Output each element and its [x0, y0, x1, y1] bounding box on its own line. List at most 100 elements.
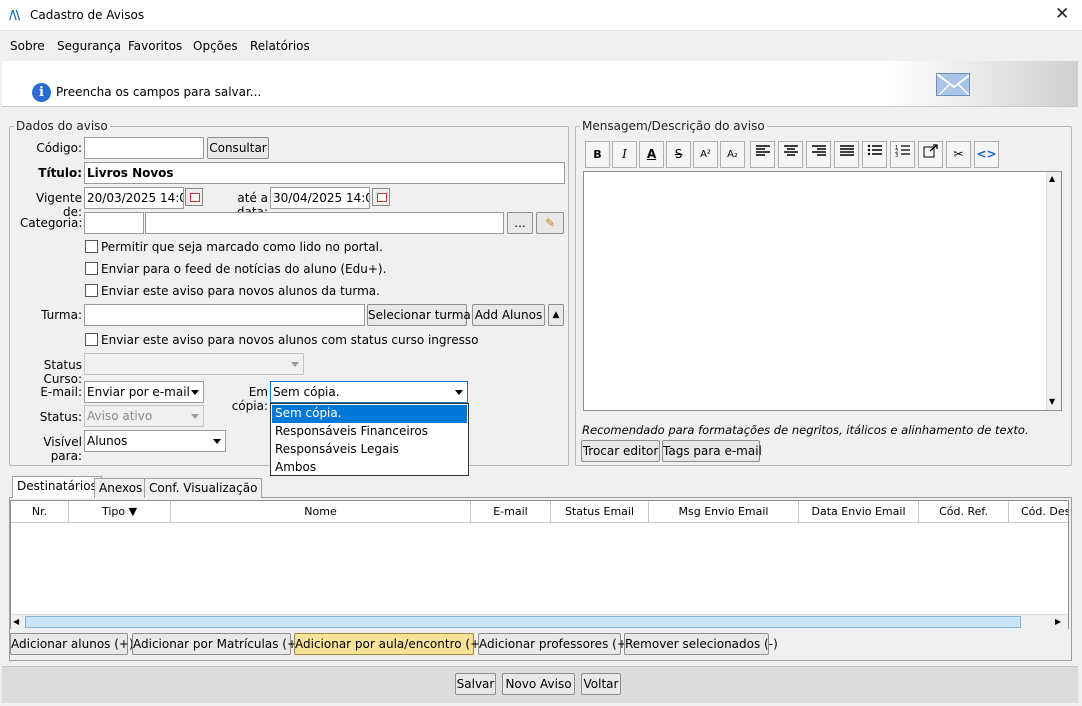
editor-hint: Recomendado para formatações de negritos…	[582, 423, 1029, 437]
categoria-code-input[interactable]	[84, 212, 144, 234]
vigente-input[interactable]: 20/03/2025 14:01	[84, 187, 184, 209]
copia-label: Em cópia:	[231, 385, 268, 413]
app-logo-icon: /\\	[9, 8, 20, 22]
font-color-button[interactable]: A	[639, 141, 664, 168]
turma-label: Turma:	[41, 308, 82, 322]
destinatarios-table[interactable]: Nr. Tipo ▼ Nome E-mail Status Email Msg …	[10, 500, 1069, 629]
col-cod-dest[interactable]: Cód. Dest	[1009, 501, 1068, 523]
check-lido-label: Permitir que seja marcado como lido no p…	[101, 240, 383, 254]
tab-destinatarios[interactable]: Destinatários	[12, 476, 102, 498]
add-aula-encontro-button[interactable]: Adicionar por aula/encontro (+)	[294, 633, 485, 655]
check-novos-checkbox[interactable]	[85, 284, 98, 297]
titulo-label: Título:	[38, 166, 82, 180]
copia-option[interactable]: Ambos	[272, 459, 467, 477]
menu-relatorios[interactable]: Relatórios	[250, 39, 310, 53]
scroll-thumb[interactable]	[25, 616, 1021, 628]
message-text: Preencha os campos para salvar...	[56, 85, 262, 99]
italic-button[interactable]: I	[612, 141, 637, 168]
titulo-input[interactable]: Livros Novos	[84, 162, 565, 184]
consultar-button[interactable]: Consultar	[207, 137, 269, 159]
salvar-button[interactable]: Salvar	[455, 673, 496, 695]
trocar-editor-button[interactable]: Trocar editor	[581, 440, 660, 462]
copia-select[interactable]: Sem cópia.	[270, 381, 468, 403]
col-nr[interactable]: Nr.	[11, 501, 69, 523]
envelope-icon	[936, 73, 970, 96]
copia-option[interactable]: Responsáveis Financeiros	[272, 423, 467, 441]
email-select[interactable]: Enviar por e-mail	[84, 381, 204, 403]
ate-input[interactable]: 30/04/2025 14:01	[270, 187, 370, 209]
bold-button[interactable]: B	[585, 141, 610, 168]
voltar-button[interactable]: Voltar	[581, 673, 621, 695]
message-editor[interactable]	[583, 171, 1062, 411]
align-justify-icon[interactable]	[834, 141, 859, 168]
calendar-icon[interactable]	[185, 188, 203, 206]
col-nome[interactable]: Nome	[171, 501, 471, 523]
categoria-input[interactable]	[145, 212, 504, 234]
code-icon[interactable]: <>	[974, 141, 999, 168]
subscript-button[interactable]: A₂	[720, 141, 745, 168]
align-right-icon[interactable]	[806, 141, 831, 168]
chevron-up-icon[interactable]: ▲	[548, 304, 564, 326]
add-professores-button[interactable]: Adicionar professores (+)	[478, 633, 632, 655]
menu-favoritos[interactable]: Favoritos	[128, 39, 182, 53]
svg-text:3: 3	[895, 153, 898, 158]
categoria-label: Categoria:	[20, 216, 83, 230]
close-icon[interactable]: ✕	[1055, 5, 1069, 23]
check-lido-checkbox[interactable]	[85, 240, 98, 253]
novo-aviso-button[interactable]: Novo Aviso	[502, 673, 575, 695]
visivel-select[interactable]: Alunos	[84, 430, 226, 452]
copia-option[interactable]: Sem cópia.	[272, 405, 467, 423]
col-tipo[interactable]: Tipo ▼	[69, 501, 171, 523]
editor-scrollbar[interactable]: ▲ ▼	[1046, 172, 1061, 410]
align-center-icon[interactable]	[778, 141, 803, 168]
remover-selecionados-button[interactable]: Remover selecionados (-)	[624, 633, 778, 655]
col-data-envio-email[interactable]: Data Envio Email	[799, 501, 919, 523]
add-alunos-button[interactable]: Add Alunos	[472, 304, 545, 326]
align-left-icon[interactable]	[750, 141, 775, 168]
scroll-left-icon[interactable]: ◀	[13, 617, 19, 626]
col-email[interactable]: E-mail	[471, 501, 551, 523]
bullet-list-icon[interactable]	[862, 141, 887, 168]
status-select[interactable]: Aviso ativo	[84, 405, 204, 427]
title-bar: /\\ Cadastro de Avisos ✕	[0, 0, 1082, 31]
window-title: Cadastro de Avisos	[30, 8, 145, 22]
tab-anexos[interactable]: Anexos	[94, 478, 148, 498]
calendar-icon[interactable]	[372, 188, 390, 206]
edit-pencil-icon[interactable]: ✎	[536, 212, 564, 234]
status-curso-label: Status Curso:	[43, 358, 82, 386]
scissors-icon[interactable]: ✂	[946, 141, 971, 168]
sort-desc-icon: ▼	[128, 505, 138, 518]
copia-dropdown-list: Sem cópia. Responsáveis Financeiros Resp…	[270, 403, 469, 476]
selecionar-turma-button[interactable]: Selecionar turma	[367, 304, 471, 326]
categoria-browse-button[interactable]: ...	[507, 212, 533, 234]
mensagem-legend: Mensagem/Descrição do aviso	[580, 119, 767, 133]
menu-opcoes[interactable]: Opções	[193, 39, 238, 53]
check-feed-checkbox[interactable]	[85, 262, 98, 275]
status-curso-select[interactable]	[84, 353, 304, 375]
scroll-down-icon[interactable]: ▼	[1049, 397, 1055, 406]
vigente-label: Vigente de:	[36, 191, 82, 219]
check-ingresso-checkbox[interactable]	[85, 333, 98, 346]
turma-input[interactable]	[84, 304, 365, 326]
superscript-button[interactable]: A²	[693, 141, 718, 168]
scroll-right-icon[interactable]: ▶	[1055, 617, 1061, 626]
external-link-icon[interactable]	[918, 141, 943, 168]
tags-email-button[interactable]: Tags para e-mail	[662, 440, 762, 462]
menu-seguranca[interactable]: Segurança	[57, 39, 121, 53]
menu-sobre[interactable]: Sobre	[10, 39, 45, 53]
menu-bar: Sobre Segurança Favoritos Opções Relatór…	[0, 32, 1082, 60]
col-msg-envio-email[interactable]: Msg Envio Email	[649, 501, 799, 523]
tab-conf-visualizacao[interactable]: Conf. Visualização	[144, 478, 263, 498]
table-hscrollbar[interactable]: ◀ ▶	[11, 614, 1068, 629]
check-ingresso-label: Enviar este aviso para novos alunos com …	[101, 333, 479, 347]
strikethrough-button[interactable]: S	[666, 141, 691, 168]
numbered-list-icon[interactable]: 123	[890, 141, 915, 168]
codigo-input[interactable]	[84, 137, 204, 159]
copia-option[interactable]: Responsáveis Legais	[272, 441, 467, 459]
col-status-email[interactable]: Status Email	[551, 501, 649, 523]
add-matriculas-button[interactable]: Adicionar por Matrículas (+)	[132, 633, 302, 655]
codigo-label: Código:	[36, 141, 82, 155]
add-alunos-action-button[interactable]: Adicionar alunos (+)	[10, 633, 134, 655]
col-cod-ref[interactable]: Cód. Ref.	[919, 501, 1009, 523]
scroll-up-icon[interactable]: ▲	[1049, 174, 1055, 183]
